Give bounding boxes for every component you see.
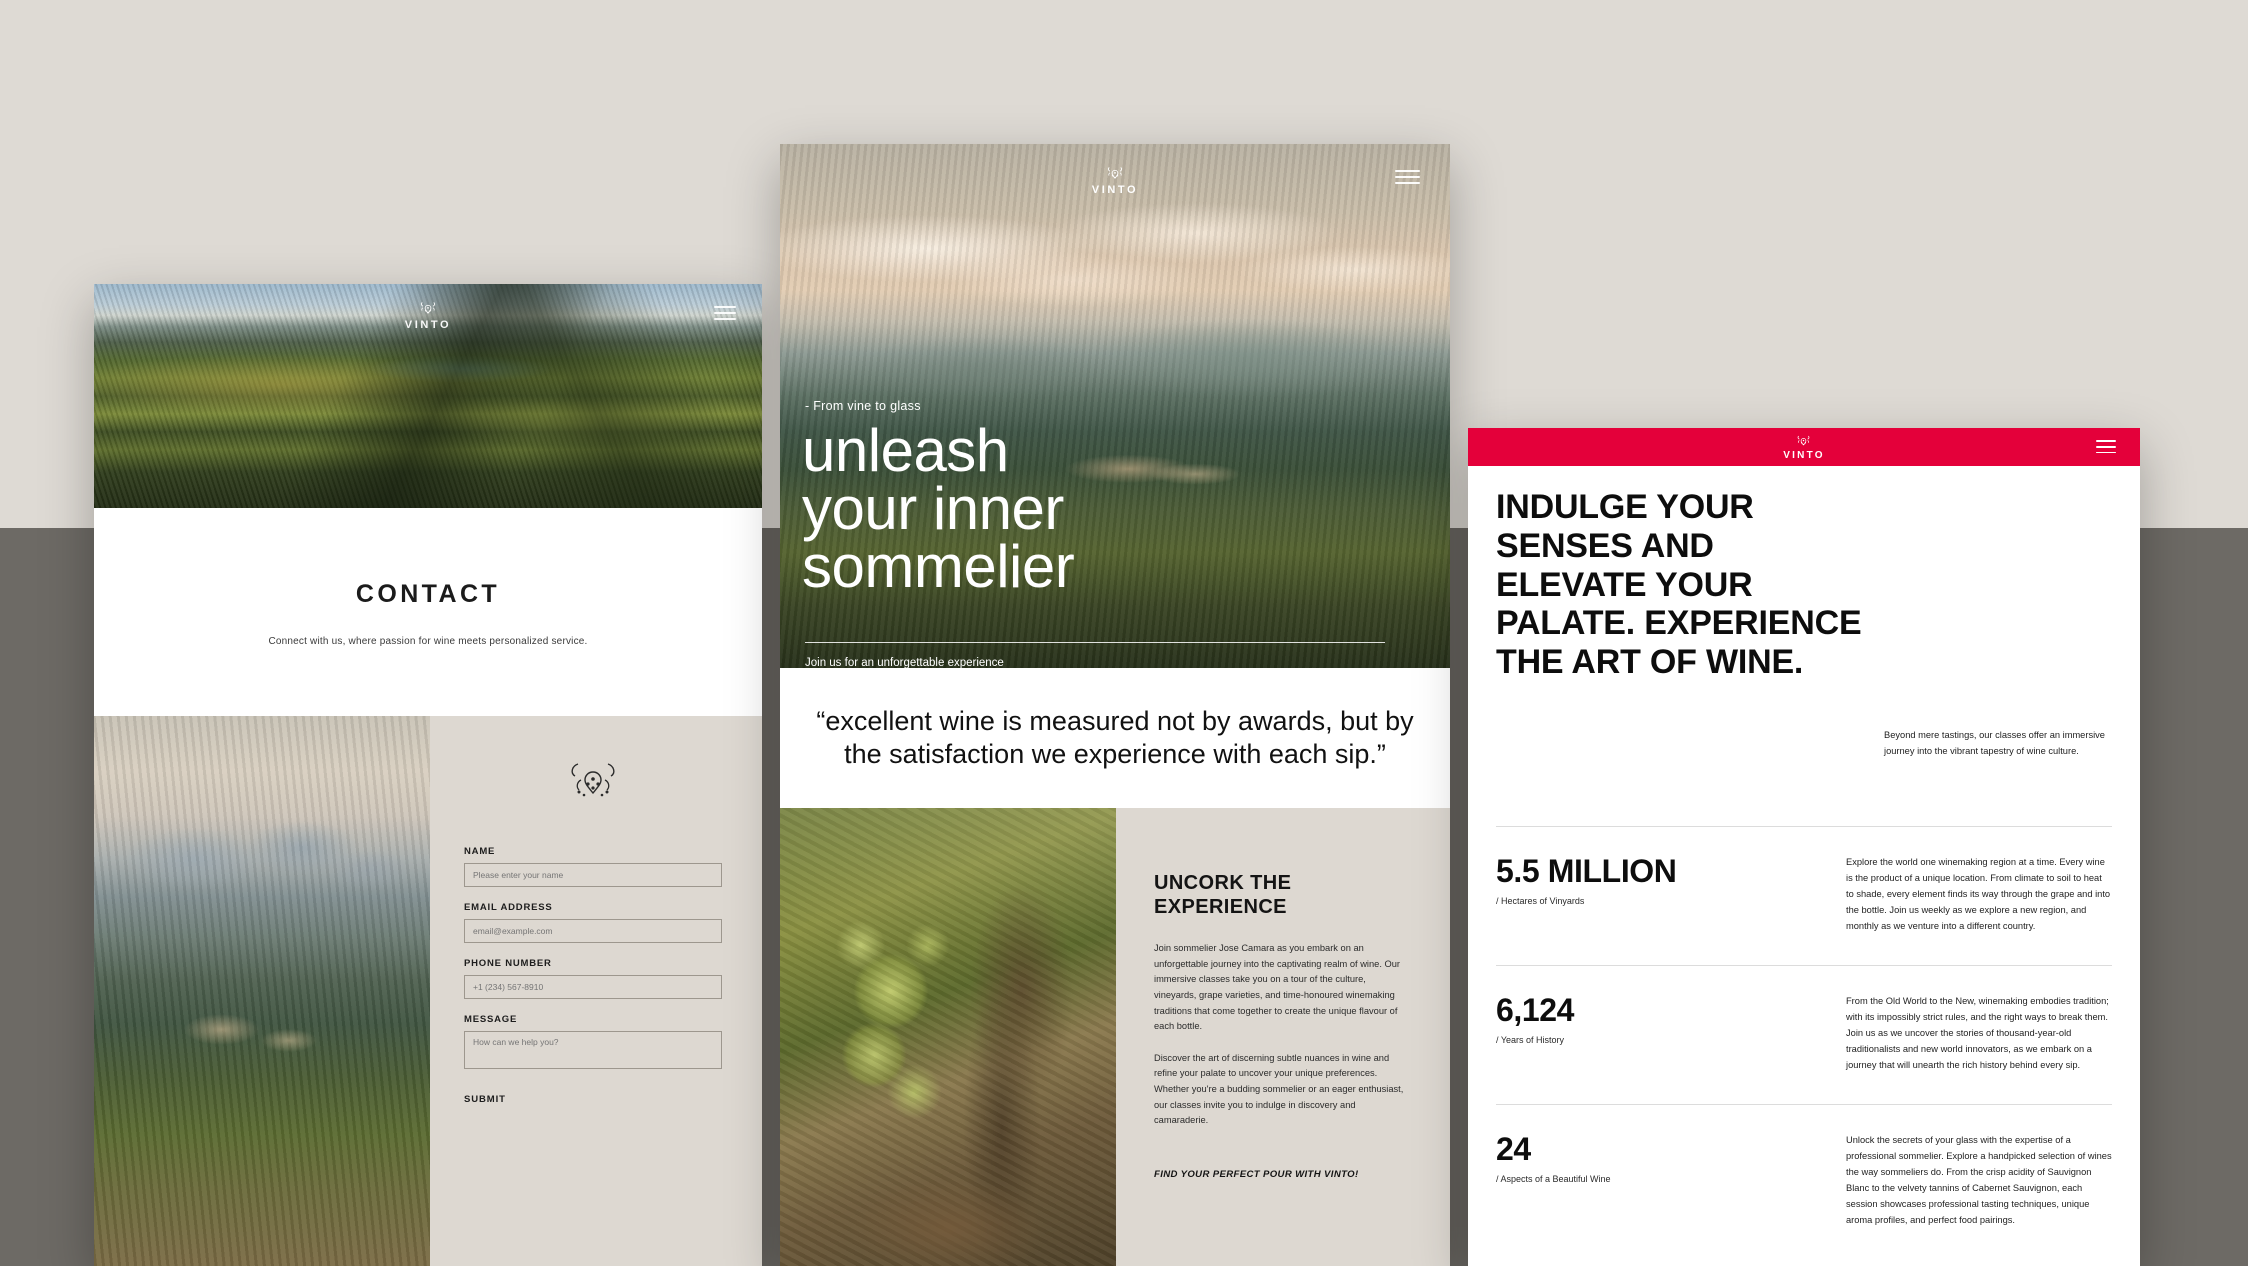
field-label: PHONE NUMBER (464, 958, 552, 969)
experience-copy: UNCORK THE EXPERIENCE Join sommelier Jos… (1116, 808, 1450, 1266)
grapes-image (780, 808, 1116, 1266)
left-navbar: VINTO (94, 284, 762, 346)
about-heading: INDULGE YOUR SENSES AND ELEVATE YOUR PAL… (1496, 488, 1862, 681)
form-field-name: NAME (464, 846, 722, 902)
stat-number: 6,124 (1496, 991, 1575, 1028)
section-cta[interactable]: FIND YOUR PERFECT POUR WITH VINTO! (1154, 1169, 1406, 1180)
burger-line (1395, 170, 1420, 172)
hero-title: unleash your inner sommelier (802, 417, 1075, 601)
vine-crest-icon (420, 301, 436, 314)
home-page-mockup: VINTO - From vine to glass unleash your … (780, 144, 1450, 1266)
left-side-image (94, 716, 430, 1266)
vine-crest-icon (1107, 166, 1123, 179)
burger-line (714, 318, 736, 320)
hamburger-menu-icon[interactable] (1395, 170, 1420, 184)
submit-button[interactable]: SUBMIT (464, 1094, 506, 1105)
stat-figure: 6,124 / Years of History (1496, 994, 1846, 1074)
section-heading: UNCORK THE EXPERIENCE (1154, 872, 1292, 918)
quote-text: “excellent wine is measured not by award… (816, 705, 1414, 769)
stat-figure: 24 / Aspects of a Beautiful Wine (1496, 1133, 1846, 1229)
field-label: NAME (464, 846, 496, 857)
section-paragraph-1: Join sommelier Jose Camara as you embark… (1154, 943, 1400, 1032)
hero-title-line-3: sommelier (802, 533, 1075, 601)
burger-line (2096, 445, 2116, 448)
stat-body: From the Old World to the New, winemakin… (1846, 995, 2109, 1070)
field-label: EMAIL ADDRESS (464, 902, 553, 913)
about-page-mockup: VINTO INDULGE YOUR SENSES AND ELEVATE YO… (1468, 428, 2140, 1266)
brand-wordmark: VINTO (404, 318, 452, 331)
contact-form: NAME EMAIL ADDRESS PHONE NUMBER MESSAGE … (430, 716, 762, 1266)
burger-line (2096, 451, 2116, 454)
about-intro: Beyond mere tastings, our classes offer … (1884, 730, 2105, 756)
burger-line (2096, 440, 2116, 442)
section-paragraph-2: Discover the art of discerning subtle nu… (1154, 1052, 1404, 1126)
quote-section: “excellent wine is measured not by award… (780, 668, 1450, 808)
burger-line (714, 312, 736, 314)
hero-title-line-2: your inner (802, 475, 1064, 543)
stat-caption: / Aspects of a Beautiful Wine (1496, 1173, 1611, 1184)
hero-eyebrow: - From vine to glass (805, 399, 921, 413)
stat-row: 24 / Aspects of a Beautiful Wine Unlock … (1496, 1103, 2112, 1259)
field-label: MESSAGE (464, 1014, 518, 1025)
contact-intro-section: CONTACT Connect with us, where passion f… (94, 508, 762, 716)
form-field-message: MESSAGE (464, 1014, 722, 1089)
hero-divider (805, 642, 1385, 643)
page-title: CONTACT (355, 580, 501, 608)
stat-caption: / Hectares of Vinyards (1496, 896, 1585, 906)
stat-figure: 5.5 MILLION / Hectares of Vinyards (1496, 855, 1846, 935)
stat-body: Explore the world one winemaking region … (1846, 857, 2111, 931)
brand-logo[interactable]: VINTO (1783, 434, 1824, 461)
brand-logo[interactable]: VINTO (1092, 165, 1138, 196)
contact-page-mockup: VINTO CONTACT Connect with us, where pas… (94, 284, 762, 1266)
contact-body: NAME EMAIL ADDRESS PHONE NUMBER MESSAGE … (94, 716, 762, 1266)
stat-row: 5.5 MILLION / Hectares of Vinyards Explo… (1496, 826, 2112, 965)
stat-number: 5.5 MILLION (1496, 853, 1677, 889)
stat-caption: / Years of History (1496, 1034, 1565, 1045)
email-input[interactable] (464, 919, 722, 943)
stat-number: 24 (1496, 1130, 1531, 1167)
burger-line (714, 306, 736, 308)
vine-crest-icon (1798, 435, 1810, 445)
phone-input[interactable] (464, 975, 722, 999)
burger-line (1395, 176, 1420, 178)
brand-logo[interactable]: VINTO (405, 300, 451, 331)
name-input[interactable] (464, 863, 722, 887)
hamburger-menu-icon[interactable] (714, 306, 736, 320)
form-field-email: EMAIL ADDRESS (464, 902, 722, 958)
left-hero-image: VINTO (94, 284, 762, 508)
right-navbar: VINTO (1468, 428, 2140, 466)
form-field-phone: PHONE NUMBER (464, 958, 722, 1014)
ornamental-crest-icon (571, 763, 615, 797)
mid-navbar: VINTO (780, 144, 1450, 216)
experience-section: UNCORK THE EXPERIENCE Join sommelier Jos… (780, 808, 1450, 1266)
stats-list: 5.5 MILLION / Hectares of Vinyards Explo… (1496, 826, 2112, 1259)
page-subtitle: Connect with us, where passion for wine … (268, 636, 588, 647)
hero-tagline: Join us for an unforgettable experience (805, 657, 1004, 669)
hero-title-line-1: unleash (802, 417, 1009, 484)
burger-line (1395, 182, 1420, 184)
brand-wordmark: VINTO (1783, 449, 1825, 461)
hamburger-menu-icon[interactable] (2096, 440, 2116, 454)
brand-wordmark: VINTO (1091, 183, 1139, 196)
stat-body: Unlock the secrets of your glass with th… (1846, 1134, 2112, 1225)
stat-row: 6,124 / Years of History From the Old Wo… (1496, 964, 2112, 1104)
message-input[interactable] (464, 1031, 722, 1069)
